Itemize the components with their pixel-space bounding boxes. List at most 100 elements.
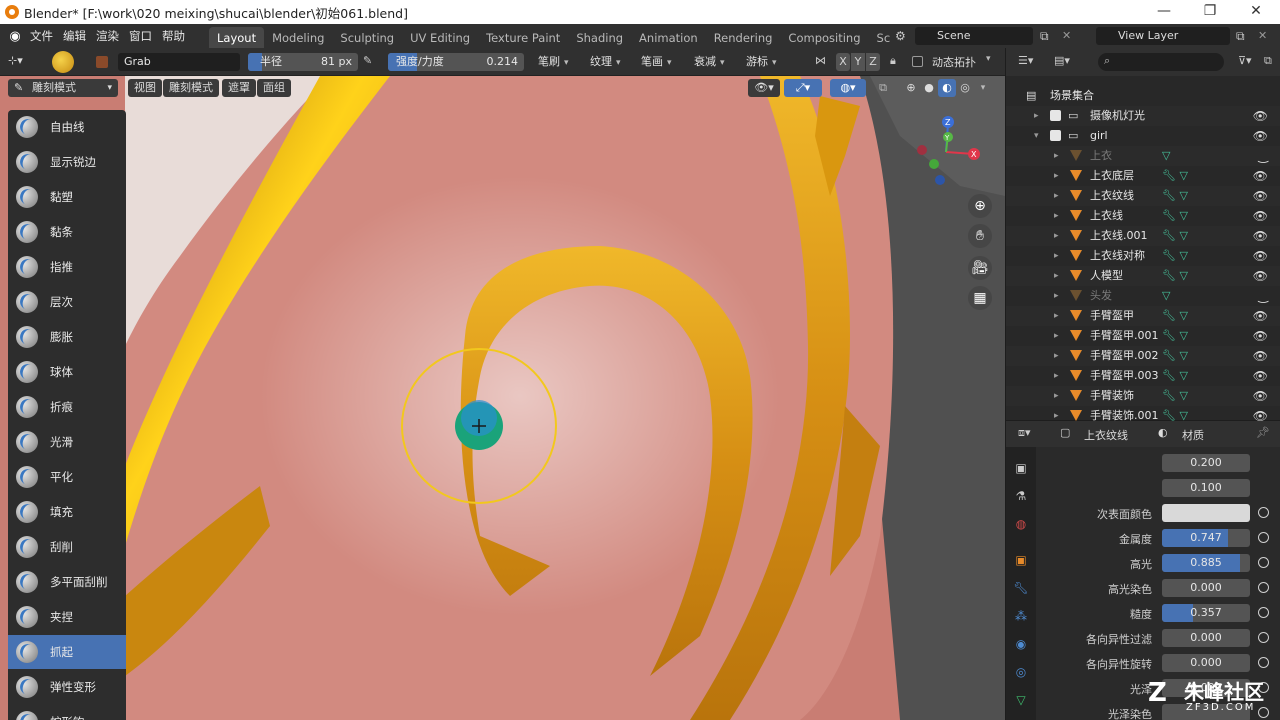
remove-scene-icon[interactable]: ✕ [1062,29,1071,42]
display-mode-icon[interactable]: ▤▾ [1054,54,1070,67]
world-tab-icon[interactable]: ◍ [1012,515,1030,533]
visibility-eye-icon[interactable]: 👁︎ [1253,206,1268,226]
menu-face-sets[interactable]: 面组 [257,79,291,97]
shading-material-icon[interactable]: ◐ [938,79,956,97]
shading-solid-icon[interactable]: ● [920,79,938,97]
tab-animation[interactable]: Animation [631,27,706,49]
expand-icon[interactable]: ▸ [1054,366,1059,386]
dyntopo-checkbox[interactable] [912,56,923,67]
visibility-eye-icon[interactable]: 👁︎ [1253,346,1268,366]
outliner-row[interactable]: ▤ 场景集合 [1006,86,1280,106]
tab-shading[interactable]: Shading [568,27,631,49]
outliner-row[interactable]: ▸ ▭ 摄像机灯光 👁︎ [1006,106,1280,126]
expand-icon[interactable]: ▸ [1054,306,1059,326]
property-value-field[interactable]: 0.000 [1162,654,1250,672]
data-tab-icon[interactable]: ▽ [1012,691,1030,709]
expand-icon[interactable]: ▸ [1054,206,1059,226]
outliner-row[interactable]: ▾ ▭ girl 👁︎ [1006,126,1280,146]
new-collection-icon[interactable]: ⧉ [1264,54,1272,68]
outliner-row[interactable]: ▸ 上衣线 🔧︎ ▽ 👁︎ [1006,206,1280,226]
expand-icon[interactable]: ▸ [1054,286,1059,306]
falloff-dropdown[interactable]: 衰减 [694,53,725,71]
xray-icon[interactable]: ⧉ [874,79,892,97]
outliner-row[interactable]: ▸ 手臂盔甲.002 🔧︎ ▽ 👁︎ [1006,346,1280,366]
outliner-row[interactable]: ▸ 人模型 🔧︎ ▽ 👁︎ [1006,266,1280,286]
outliner-row[interactable]: ▸ 上衣线.001 🔧︎ ▽ 👁︎ [1006,226,1280,246]
menu-render[interactable]: 渲染 [96,28,129,44]
visibility-eye-icon[interactable]: ‿ [1258,286,1268,306]
expand-icon[interactable]: ▾ [1034,126,1039,146]
new-scene-icon[interactable]: ⧉ [1040,29,1049,44]
menu-edit[interactable]: 编辑 [63,28,96,44]
zoom-icon[interactable]: ⊕ [968,194,992,218]
modifier-data-icon[interactable]: 🔧︎ ▽ [1162,226,1188,246]
pan-hand-icon[interactable]: ✋︎ [968,224,992,248]
properties-editor-icon[interactable]: ⧈▾ [1018,426,1031,440]
menu-file[interactable]: 文件 [30,28,63,44]
close-button[interactable]: ✕ [1233,0,1279,24]
modifier-data-icon[interactable]: ▽ [1162,286,1170,306]
expand-icon[interactable]: ▸ [1054,386,1059,406]
expand-icon[interactable]: ▸ [1054,326,1059,346]
tab-sculpting[interactable]: Sculpting [332,27,402,49]
gizmo-icon[interactable]: ⤢▾ [784,79,822,97]
visibility-eye-icon[interactable]: 👁︎ [1253,306,1268,326]
camera-icon[interactable]: 🎥︎ [968,256,992,280]
menu-sculpt[interactable]: 雕刻模式 [163,79,219,97]
tool-item[interactable]: 夹捏 [8,600,126,634]
expand-icon[interactable]: ▸ [1054,346,1059,366]
modifier-data-icon[interactable]: 🔧︎ ▽ [1162,346,1188,366]
link-socket-icon[interactable] [1258,557,1269,568]
visibility-eye-icon[interactable]: ‿ [1258,146,1268,166]
tool-item[interactable]: 黏条 [8,215,126,249]
visibility-eye-icon[interactable]: 👁︎ [1253,366,1268,386]
modifier-data-icon[interactable]: ▽ [1162,146,1170,166]
visibility-eye-icon[interactable]: 👁︎ [1253,246,1268,266]
blender-menu-icon[interactable]: ◉ [0,29,30,44]
render-tab-icon[interactable]: ▣ [1012,459,1030,477]
link-socket-icon[interactable] [1258,657,1269,668]
radius-field[interactable]: 半径 81 px [248,53,358,71]
tool-item[interactable]: 自由线 [8,110,126,144]
property-value-field[interactable]: 0.200 [1162,454,1250,472]
modifier-data-icon[interactable]: 🔧︎ ▽ [1162,386,1188,406]
shading-rendered-icon[interactable]: ◎ [956,79,974,97]
symmetry-icon[interactable]: ⋈ [815,54,826,67]
modifier-data-icon[interactable]: 🔧︎ ▽ [1162,166,1188,186]
outliner-row[interactable]: ▸ 头发 ▽ ‿ [1006,286,1280,306]
visibility-eye-icon[interactable]: 👁︎ [1253,386,1268,406]
remove-view-layer-icon[interactable]: ✕ [1258,29,1267,42]
outliner-row[interactable]: ▸ 上衣纹线 🔧︎ ▽ 👁︎ [1006,186,1280,206]
property-value-field[interactable]: 0.100 [1162,479,1250,497]
tool-item[interactable]: 蛇形钩 [8,705,126,720]
modifier-data-icon[interactable]: 🔧︎ ▽ [1162,206,1188,226]
cursor-dropdown[interactable]: 游标 [746,53,777,71]
link-socket-icon[interactable] [1258,532,1269,543]
modifier-data-icon[interactable]: 🔧︎ ▽ [1162,366,1188,386]
tab-texture-paint[interactable]: Texture Paint [478,27,568,49]
minimize-button[interactable]: — [1141,0,1187,24]
outliner-row[interactable]: ▸ 上衣线对称 🔧︎ ▽ 👁︎ [1006,246,1280,266]
outliner-row[interactable]: ▸ 上衣底层 🔧︎ ▽ 👁︎ [1006,166,1280,186]
tool-item[interactable]: 弹性变形 [8,670,126,704]
tool-item[interactable]: 层次 [8,285,126,319]
dyntopo-dropdown-icon[interactable]: ▾ [986,54,991,64]
visibility-eye-icon[interactable]: 👁︎ [1253,326,1268,346]
tool-item[interactable]: 折痕 [8,390,126,424]
outliner-row[interactable]: ▸ 上衣 ▽ ‿ [1006,146,1280,166]
tool-item[interactable]: 光滑 [8,425,126,459]
visibility-eye-icon[interactable]: 👁︎ [1253,266,1268,286]
property-value-field[interactable]: 0.357 [1162,604,1250,622]
tool-item[interactable]: 显示锐边 [8,145,126,179]
mode-selector[interactable]: ✎ 雕刻模式 ▾ [8,79,118,97]
expand-icon[interactable]: ▸ [1054,246,1059,266]
lock-icon[interactable]: 🔒︎ [890,54,896,68]
link-socket-icon[interactable] [1258,582,1269,593]
tool-item[interactable]: 抓起 [8,635,126,669]
property-value-field[interactable]: 0.000 [1162,629,1250,647]
outliner-editor-icon[interactable]: ☰▾ [1018,54,1033,67]
brush-color-icon[interactable] [96,56,108,68]
tool-item[interactable]: 膨胀 [8,320,126,354]
menu-help[interactable]: 帮助 [162,28,209,44]
3d-viewport[interactable]: ✎ 雕刻模式 ▾ 视图 雕刻模式 遮罩 面组 👁︎▾ ⤢▾ ◍▾ ⧉ ⊕ ● ◐… [0,76,1005,720]
